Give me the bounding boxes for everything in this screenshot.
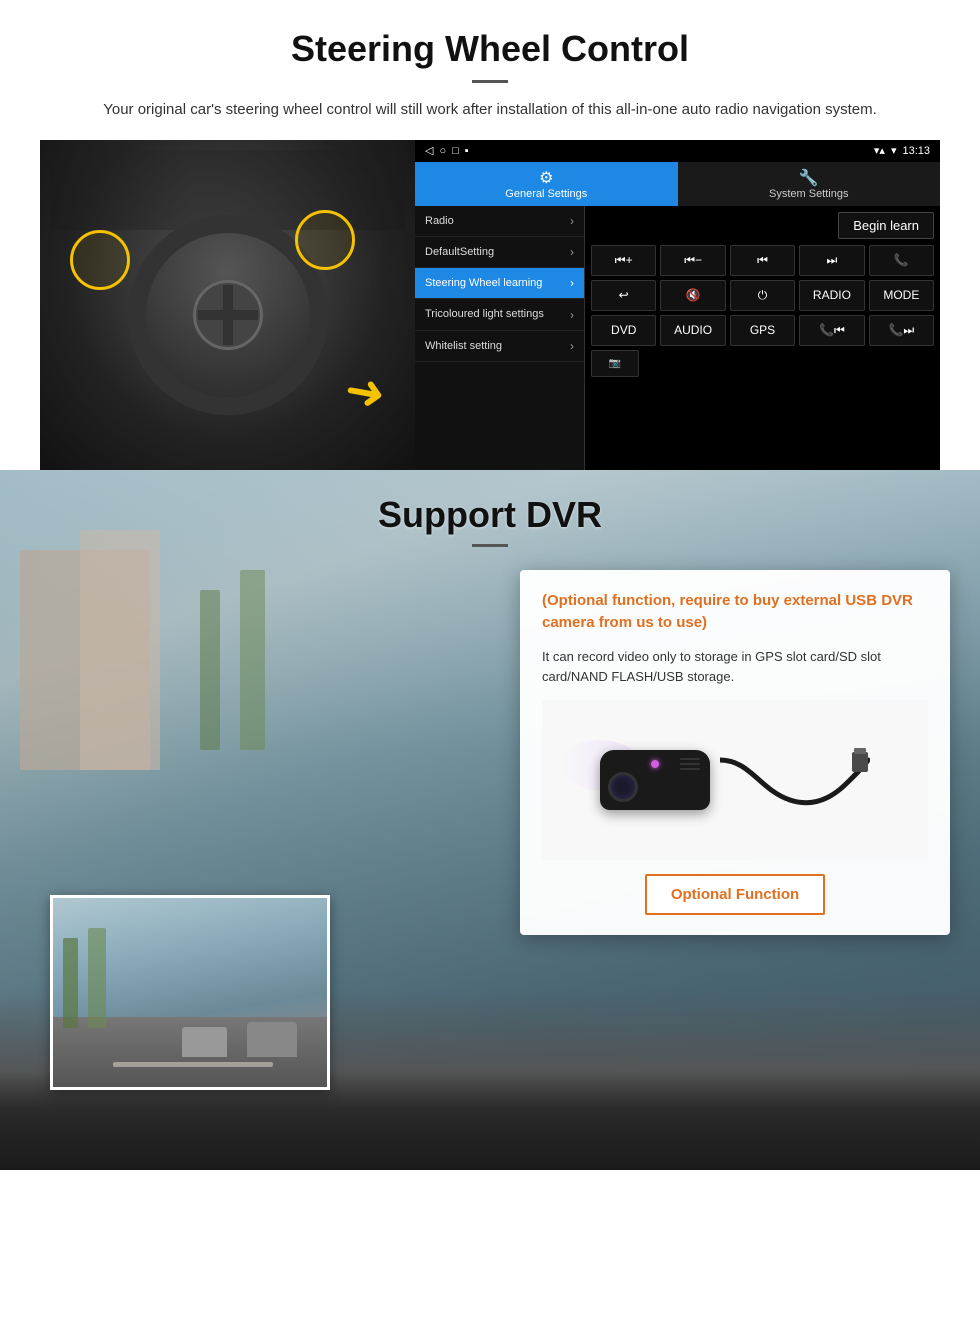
ctrl-radio[interactable]: RADIO: [799, 280, 864, 311]
menu-nav-icon: ▪: [465, 145, 469, 157]
menu-item-tricoloured[interactable]: Tricoloured light settings ›: [415, 299, 584, 330]
dvr-thumbnail-image: [53, 898, 327, 1087]
time-display: 13:13: [902, 145, 930, 157]
begin-learn-button[interactable]: Begin learn: [838, 212, 934, 239]
camera-cable-svg: [720, 730, 870, 830]
ctrl-row-3: DVD AUDIO GPS 📞⏮ 📞⏭: [591, 315, 934, 346]
ctrl-mode[interactable]: MODE: [869, 280, 934, 311]
steering-description: Your original car's steering wheel contr…: [80, 99, 900, 122]
android-menu-list: Radio › DefaultSetting › Steering Wheel …: [415, 206, 585, 470]
wifi-icon: ▾: [891, 144, 897, 157]
dvr-background: Support DVR (Optional function, require …: [0, 470, 980, 1170]
optional-function-button[interactable]: Optional Function: [645, 874, 825, 915]
title-divider: [472, 80, 508, 83]
menu-tricoloured-label: Tricoloured light settings: [425, 307, 544, 321]
ctrl-mute[interactable]: 🔇: [660, 280, 725, 311]
android-body: Radio › DefaultSetting › Steering Wheel …: [415, 206, 940, 470]
tab-system[interactable]: 🔧 System Settings: [678, 162, 941, 206]
steering-title: Steering Wheel Control: [40, 28, 940, 70]
ctrl-next-track[interactable]: ⏭: [799, 245, 864, 276]
android-tabs[interactable]: ⚙ General Settings 🔧 System Settings: [415, 162, 940, 206]
ctrl-dvd[interactable]: DVD: [591, 315, 656, 346]
android-statusbar: ◁ ○ □ ▪ ▾▴ ▾ 13:13: [415, 140, 940, 162]
ctrl-gps[interactable]: GPS: [730, 315, 795, 346]
statusbar-right-icons: ▾▴ ▾ 13:13: [874, 144, 930, 157]
dvr-title: Support DVR: [0, 494, 980, 536]
chevron-icon: ›: [570, 339, 574, 353]
ctrl-back[interactable]: ↩: [591, 280, 656, 311]
system-icon: 🔧: [799, 168, 819, 188]
arrow-icon: ➜: [340, 360, 389, 422]
signal-icon: ▾▴: [874, 144, 885, 157]
chevron-icon: ›: [570, 308, 574, 322]
ctrl-dvr[interactable]: 📷: [591, 350, 639, 377]
recent-nav-icon: □: [452, 145, 459, 157]
steering-image-container: ➜ ◁ ○ □ ▪ ▾▴ ▾ 13:13: [40, 140, 940, 470]
ctrl-audio[interactable]: AUDIO: [660, 315, 725, 346]
ctrl-vol-up[interactable]: ⏮+: [591, 245, 656, 276]
ctrl-row-4: 📷: [591, 350, 934, 377]
steering-photo: ➜: [40, 140, 415, 470]
settings-gear-icon: ⚙: [539, 168, 553, 188]
ctrl-phone-prev[interactable]: 📞⏮: [799, 315, 864, 346]
dvr-divider: [472, 544, 508, 547]
ctrl-row-1: ⏮+ ⏮− ⏮ ⏭ 📞: [591, 245, 934, 276]
home-nav-icon: ○: [439, 145, 446, 157]
dvr-camera-illustration: [542, 700, 928, 860]
menu-item-whitelist[interactable]: Whitelist setting ›: [415, 331, 584, 362]
dvr-card-body: It can record video only to storage in G…: [542, 647, 928, 689]
menu-item-defaultsetting[interactable]: DefaultSetting ›: [415, 237, 584, 268]
menu-whitelist-label: Whitelist setting: [425, 339, 502, 353]
menu-radio-label: Radio: [425, 214, 454, 228]
highlight-left: [70, 230, 130, 290]
back-nav-icon: ◁: [425, 144, 433, 157]
controls-grid: ⏮+ ⏮− ⏮ ⏭ 📞 ↩ 🔇 ⏻ RADIO MODE: [591, 245, 934, 377]
menu-steering-label: Steering Wheel learning: [425, 276, 542, 290]
menu-item-steering-wheel[interactable]: Steering Wheel learning ›: [415, 268, 584, 299]
tab-system-label: System Settings: [769, 188, 848, 200]
tab-general[interactable]: ⚙ General Settings: [415, 162, 678, 206]
menu-defaultsetting-label: DefaultSetting: [425, 245, 494, 259]
ctrl-phone[interactable]: 📞: [869, 245, 934, 276]
statusbar-left-icons: ◁ ○ □ ▪: [425, 144, 469, 157]
controls-header: Begin learn: [591, 212, 934, 239]
ctrl-row-2: ↩ 🔇 ⏻ RADIO MODE: [591, 280, 934, 311]
dvr-section: Support DVR (Optional function, require …: [0, 470, 980, 1170]
highlight-right: [295, 210, 355, 270]
ctrl-phone-next[interactable]: 📞⏭: [869, 315, 934, 346]
ctrl-vol-down[interactable]: ⏮−: [660, 245, 725, 276]
dvr-info-card: (Optional function, require to buy exter…: [520, 570, 950, 936]
dvr-card-title: (Optional function, require to buy exter…: [542, 590, 928, 635]
controls-panel: Begin learn ⏮+ ⏮− ⏮ ⏭ 📞 ↩ 🔇: [585, 206, 940, 470]
menu-item-radio[interactable]: Radio ›: [415, 206, 584, 237]
android-panel: ◁ ○ □ ▪ ▾▴ ▾ 13:13 ⚙ General Settings: [415, 140, 940, 470]
dvr-thumbnail: [50, 895, 330, 1090]
ctrl-power[interactable]: ⏻: [730, 280, 795, 311]
chevron-icon: ›: [570, 214, 574, 228]
chevron-icon: ›: [570, 245, 574, 259]
tab-general-label: General Settings: [505, 188, 587, 200]
ctrl-prev-track[interactable]: ⏮: [730, 245, 795, 276]
chevron-icon: ›: [570, 276, 574, 290]
dvr-title-overlay: Support DVR: [0, 494, 980, 547]
steering-section: Steering Wheel Control Your original car…: [0, 0, 980, 470]
